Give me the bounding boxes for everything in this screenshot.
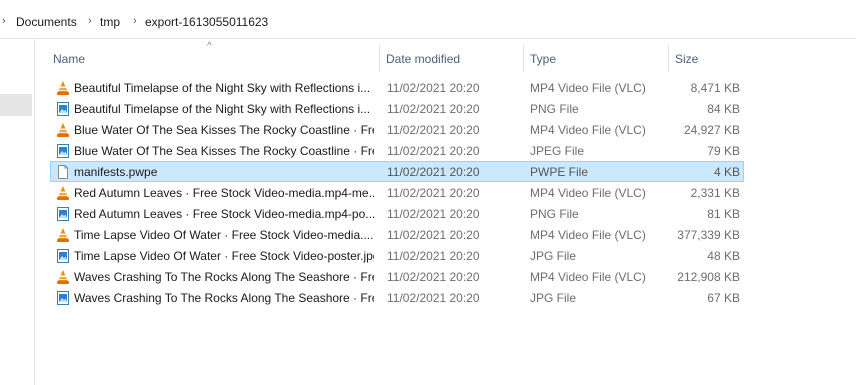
file-row[interactable]: Beautiful Timelapse of the Night Sky wit… <box>50 77 744 98</box>
file-type: PNG File <box>530 102 579 116</box>
file-size: 8,471 KB <box>690 81 740 95</box>
file-size: 377,339 KB <box>677 228 740 242</box>
image-file-icon <box>57 249 69 263</box>
column-divider[interactable] <box>668 44 669 72</box>
vlc-cone-icon <box>57 81 69 95</box>
image-file-icon <box>57 144 69 158</box>
file-type: MP4 Video File (VLC) <box>530 186 646 200</box>
file-row[interactable]: Waves Crashing To The Rocks Along The Se… <box>50 266 744 287</box>
file-type: PNG File <box>530 207 579 221</box>
image-file-icon <box>57 207 69 221</box>
vlc-cone-icon <box>57 186 69 200</box>
file-size: 2,331 KB <box>690 186 740 200</box>
file-date-modified: 11/02/2021 20:20 <box>387 102 480 116</box>
file-size: 24,927 KB <box>683 123 740 137</box>
file-size: 48 KB <box>707 249 740 263</box>
file-name: Beautiful Timelapse of the Night Sky wit… <box>74 81 371 95</box>
file-name: Waves Crashing To The Rocks Along The Se… <box>74 291 374 305</box>
file-size: 81 KB <box>707 207 740 221</box>
file-type: JPG File <box>530 291 577 305</box>
file-date-modified: 11/02/2021 20:20 <box>387 186 480 200</box>
column-header-date-modified[interactable]: Date modified <box>386 52 460 66</box>
file-name: manifests.pwpe <box>74 165 158 179</box>
breadcrumb-item-documents[interactable]: Documents <box>16 15 77 29</box>
file-name: Blue Water Of The Sea Kisses The Rocky C… <box>74 123 374 137</box>
file-name: Beautiful Timelapse of the Night Sky wit… <box>74 102 371 116</box>
chevron-right-icon[interactable]: › <box>133 15 137 27</box>
vlc-cone-icon <box>57 270 69 284</box>
file-type: MP4 Video File (VLC) <box>530 270 646 284</box>
file-name: Time Lapse Video Of Water · Free Stock V… <box>74 249 374 263</box>
column-header-size[interactable]: Size <box>675 52 698 66</box>
file-row[interactable]: Time Lapse Video Of Water · Free Stock V… <box>50 245 744 266</box>
file-row[interactable]: Blue Water Of The Sea Kisses The Rocky C… <box>50 140 744 161</box>
breadcrumb-item-tmp[interactable]: tmp <box>100 15 120 29</box>
file-name: Red Autumn Leaves · Free Stock Video-med… <box>74 207 374 221</box>
column-divider[interactable] <box>379 44 380 72</box>
column-header-type[interactable]: Type <box>530 52 556 66</box>
file-name: Red Autumn Leaves · Free Stock Video-med… <box>74 186 374 200</box>
image-file-icon <box>57 291 69 305</box>
vlc-cone-icon <box>57 123 69 137</box>
file-size: 67 KB <box>707 291 740 305</box>
vlc-cone-icon <box>57 228 69 242</box>
file-date-modified: 11/02/2021 20:20 <box>387 165 480 179</box>
file-date-modified: 11/02/2021 20:20 <box>387 249 480 263</box>
column-header-name[interactable]: Name <box>53 52 85 66</box>
file-date-modified: 11/02/2021 20:20 <box>387 81 480 95</box>
file-date-modified: 11/02/2021 20:20 <box>387 291 480 305</box>
file-size: 79 KB <box>707 144 740 158</box>
file-row[interactable]: manifests.pwpe 11/02/2021 20:20 PWPE File 4… <box>50 161 744 182</box>
file-date-modified: 11/02/2021 20:20 <box>387 123 480 137</box>
breadcrumb-item-export[interactable]: export-1613055011623 <box>145 15 268 29</box>
file-name: Time Lapse Video Of Water · Free Stock V… <box>74 228 374 242</box>
nav-selected-item[interactable] <box>0 94 32 116</box>
file-type: JPG File <box>530 249 577 263</box>
address-bar[interactable]: › Documents › tmp › export-1613055011623 <box>0 0 856 39</box>
file-date-modified: 11/02/2021 20:20 <box>387 207 480 221</box>
file-type: JPEG File <box>530 144 585 158</box>
file-size: 212,908 KB <box>677 270 740 284</box>
file-row[interactable]: Beautiful Timelapse of the Night Sky wit… <box>50 98 744 119</box>
file-date-modified: 11/02/2021 20:20 <box>387 270 480 284</box>
file-type: MP4 Video File (VLC) <box>530 123 646 137</box>
file-size: 4 KB <box>713 165 740 179</box>
file-name: Waves Crashing To The Rocks Along The Se… <box>74 270 374 284</box>
file-row[interactable]: Time Lapse Video Of Water · Free Stock V… <box>50 224 744 245</box>
file-size: 84 KB <box>707 102 740 116</box>
chevron-right-icon[interactable]: › <box>2 15 6 27</box>
file-row[interactable]: Blue Water Of The Sea Kisses The Rocky C… <box>50 119 744 140</box>
sort-ascending-icon: ^ <box>207 41 212 52</box>
image-file-icon <box>57 102 69 116</box>
blank-file-icon <box>58 165 68 179</box>
file-date-modified: 11/02/2021 20:20 <box>387 228 480 242</box>
file-row[interactable]: Red Autumn Leaves · Free Stock Video-med… <box>50 182 744 203</box>
file-type: MP4 Video File (VLC) <box>530 228 646 242</box>
file-row[interactable]: Red Autumn Leaves · Free Stock Video-med… <box>50 203 744 224</box>
navigation-pane[interactable] <box>0 39 35 385</box>
column-divider[interactable] <box>523 44 524 72</box>
file-type: PWPE File <box>530 165 589 179</box>
chevron-right-icon[interactable]: › <box>88 15 92 27</box>
file-type: MP4 Video File (VLC) <box>530 81 646 95</box>
file-name: Blue Water Of The Sea Kisses The Rocky C… <box>74 144 374 158</box>
file-date-modified: 11/02/2021 20:20 <box>387 144 480 158</box>
file-row[interactable]: Waves Crashing To The Rocks Along The Se… <box>50 287 744 308</box>
